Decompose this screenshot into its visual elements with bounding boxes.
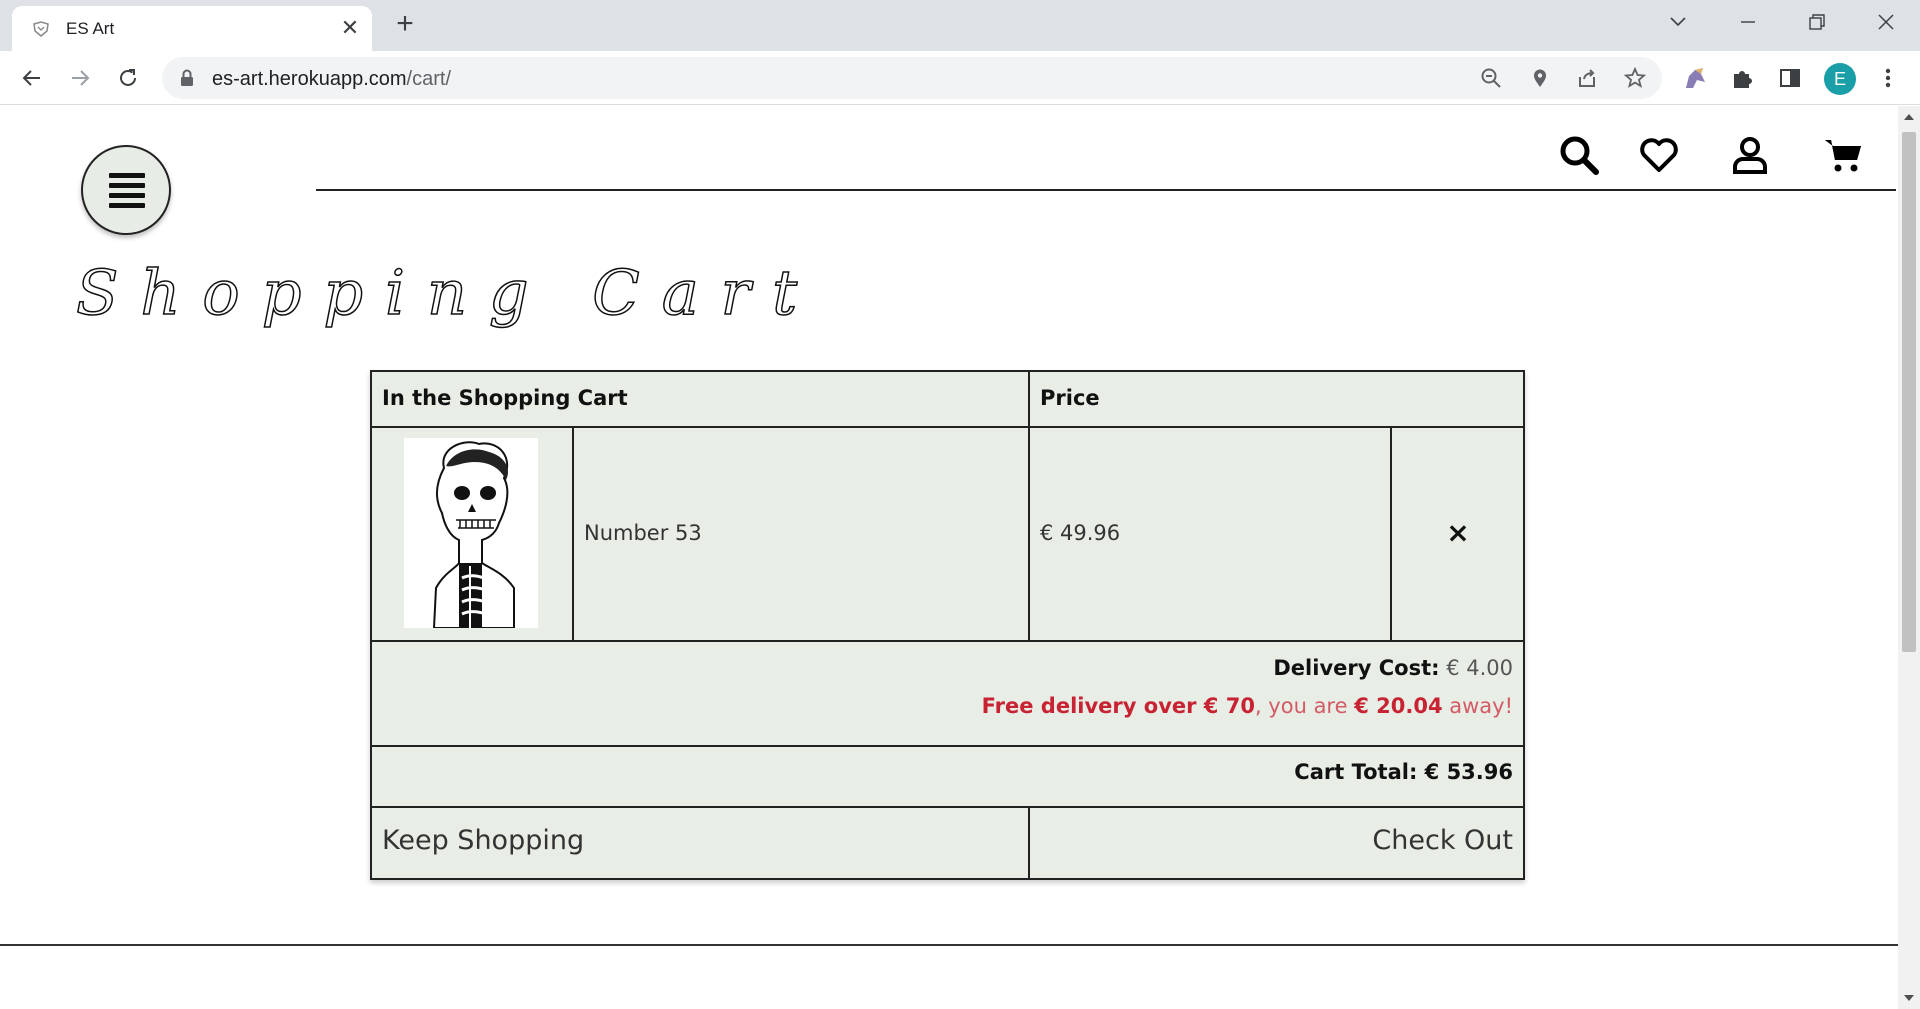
back-icon[interactable]	[18, 64, 46, 92]
keep-shopping-button[interactable]: Keep Shopping	[382, 825, 584, 856]
heart-icon[interactable]	[1638, 134, 1680, 176]
row-divider	[372, 806, 1523, 808]
cart-icon[interactable]	[1823, 134, 1865, 176]
new-tab-icon[interactable]: +	[390, 9, 420, 40]
tab-search-chevron-icon[interactable]	[1658, 6, 1698, 38]
scroll-thumb[interactable]	[1902, 132, 1916, 652]
footer-divider	[0, 944, 1898, 946]
column-header-price: Price	[1040, 386, 1100, 410]
page-scrollbar[interactable]	[1898, 106, 1920, 1009]
shopping-cart-table: In the Shopping Cart Price Number 53 € 4…	[370, 370, 1525, 880]
site-favicon-icon	[33, 21, 49, 37]
scroll-up-icon[interactable]	[1903, 112, 1915, 122]
column-divider	[1390, 426, 1392, 642]
minimize-icon[interactable]	[1728, 6, 1768, 38]
skeleton-portrait-image	[432, 441, 515, 629]
menu-button[interactable]	[81, 145, 171, 235]
column-divider	[572, 426, 574, 642]
row-divider	[372, 640, 1523, 642]
delivery-cost: Delivery Cost: € 4.00	[1273, 656, 1513, 680]
search-icon[interactable]	[1558, 134, 1600, 176]
address-bar[interactable]: es-art.herokuapp.com/cart/	[162, 57, 1662, 99]
column-divider	[1028, 372, 1030, 642]
scroll-down-icon[interactable]	[1903, 993, 1915, 1003]
product-thumbnail[interactable]	[404, 438, 538, 629]
bookmark-star-icon[interactable]	[1624, 67, 1646, 89]
product-name[interactable]: Number 53	[584, 521, 702, 545]
forward-icon[interactable]	[66, 64, 94, 92]
unicorn-extension-icon[interactable]	[1681, 64, 1709, 92]
row-divider	[372, 426, 1523, 428]
page-title: Shopping Cart	[75, 255, 820, 330]
tab-title: ES Art	[66, 19, 115, 38]
row-divider	[372, 745, 1523, 747]
url-text[interactable]: es-art.herokuapp.com/cart/	[212, 68, 451, 91]
browser-tab-bar: ES Art ✕ +	[0, 0, 1920, 51]
zoom-out-icon[interactable]	[1480, 67, 1502, 89]
user-icon[interactable]	[1729, 134, 1771, 176]
product-price: € 49.96	[1040, 521, 1121, 545]
menu-icon	[109, 173, 145, 208]
free-delivery-notice: Free delivery over € 70, you are € 20.04…	[981, 694, 1513, 718]
more-menu-icon[interactable]	[1874, 64, 1902, 92]
side-panel-icon[interactable]	[1776, 64, 1804, 92]
restore-icon[interactable]	[1796, 6, 1836, 38]
extensions-puzzle-icon[interactable]	[1729, 64, 1757, 92]
browser-toolbar: es-art.herokuapp.com/cart/ E	[0, 51, 1920, 105]
remove-item-icon[interactable]: ×	[1443, 516, 1473, 549]
close-window-icon[interactable]	[1866, 6, 1906, 38]
tab-close-icon[interactable]: ✕	[337, 15, 363, 41]
page-viewport: Shopping Cart In the Shopping Cart Price…	[0, 106, 1898, 1009]
share-icon[interactable]	[1576, 67, 1598, 89]
browser-tab[interactable]: ES Art ✕	[12, 6, 372, 51]
reload-icon[interactable]	[114, 64, 142, 92]
header-divider	[316, 189, 1896, 191]
lock-icon[interactable]	[180, 69, 194, 87]
location-pin-icon[interactable]	[1529, 67, 1551, 89]
cart-total: Cart Total: € 53.96	[1294, 760, 1513, 784]
check-out-button[interactable]: Check Out	[1372, 825, 1513, 856]
profile-avatar[interactable]: E	[1824, 63, 1856, 95]
column-header-item: In the Shopping Cart	[382, 386, 628, 410]
column-divider	[1028, 806, 1030, 880]
